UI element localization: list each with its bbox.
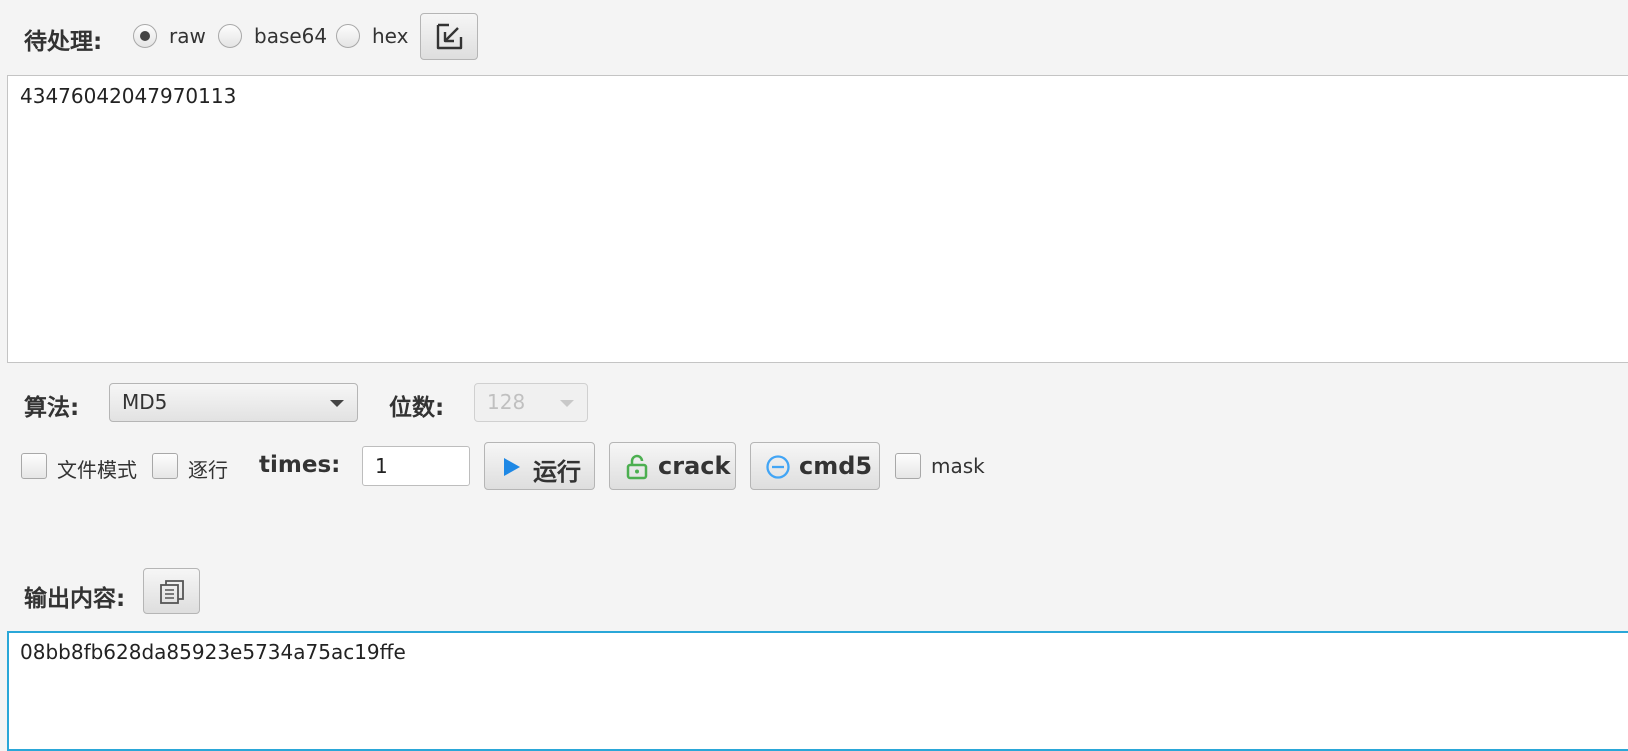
copy-button[interactable] — [143, 568, 200, 614]
radio-raw-label[interactable]: raw — [169, 24, 206, 48]
copy-icon — [160, 580, 184, 604]
times-label: times: — [259, 452, 341, 478]
run-button[interactable]: 运行 — [484, 442, 595, 490]
mask-label[interactable]: mask — [931, 454, 985, 478]
unlock-icon — [626, 454, 648, 480]
line-by-line-label[interactable]: 逐行 — [188, 454, 228, 483]
cmd5-label: cmd5 — [799, 452, 873, 480]
import-button[interactable] — [420, 13, 478, 60]
radio-selected-dot — [140, 31, 150, 41]
file-mode-checkbox[interactable] — [21, 453, 47, 479]
chevron-down-icon — [330, 400, 344, 407]
file-mode-label[interactable]: 文件模式 — [57, 454, 137, 483]
cmd5-button[interactable]: cmd5 — [750, 442, 880, 490]
bits-select[interactable]: 128 — [474, 383, 588, 422]
crack-label: crack — [658, 452, 731, 480]
mask-checkbox[interactable] — [895, 453, 921, 479]
algorithm-select[interactable]: MD5 — [109, 383, 358, 422]
play-icon — [504, 458, 520, 476]
radio-base64[interactable] — [218, 24, 242, 48]
run-label: 运行 — [533, 458, 581, 486]
input-section-label: 待处理: — [24, 29, 103, 55]
arrow-down-left-icon — [436, 23, 463, 50]
output-section-label: 输出内容: — [24, 586, 126, 612]
cmd5-icon — [766, 455, 790, 479]
times-value: 1 — [375, 454, 388, 478]
radio-base64-label[interactable]: base64 — [254, 24, 327, 48]
bits-value: 128 — [487, 390, 526, 414]
radio-hex-label[interactable]: hex — [372, 24, 408, 48]
chevron-down-icon — [560, 400, 574, 407]
radio-raw[interactable] — [133, 24, 157, 48]
output-textarea[interactable]: 08bb8fb628da85923e5734a75ac19ffe — [7, 631, 1628, 751]
line-by-line-checkbox[interactable] — [152, 453, 178, 479]
input-text: 43476042047970113 — [20, 84, 237, 108]
algorithm-label: 算法: — [24, 395, 80, 421]
times-input[interactable]: 1 — [362, 446, 470, 486]
radio-hex[interactable] — [336, 24, 360, 48]
crack-button[interactable]: crack — [609, 442, 736, 490]
output-text: 08bb8fb628da85923e5734a75ac19ffe — [20, 640, 406, 664]
input-textarea[interactable]: 43476042047970113 — [7, 75, 1628, 363]
bits-label: 位数: — [389, 395, 445, 421]
algorithm-value: MD5 — [122, 390, 168, 414]
